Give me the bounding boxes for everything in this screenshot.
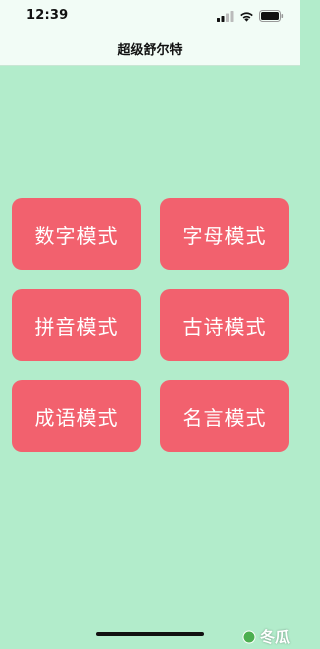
idiom-mode-button[interactable]: 成语模式 [12, 380, 141, 452]
battery-icon [259, 10, 284, 22]
wifi-icon [240, 11, 253, 22]
number-mode-button[interactable]: 数字模式 [12, 198, 141, 270]
mode-grid: 数字模式 字母模式 拼音模式 古诗模式 成语模式 名言模式 [12, 198, 290, 452]
home-indicator [96, 632, 204, 636]
watermark-text: 冬瓜 [259, 628, 290, 646]
navigation-bar: 超级舒尔特 [0, 32, 300, 66]
watermark-logo: 冬瓜 [242, 626, 290, 647]
quote-mode-button[interactable]: 名言模式 [160, 380, 289, 452]
status-bar: 12:39 [0, 0, 300, 32]
status-icons [217, 10, 284, 22]
status-time: 12:39 [26, 8, 69, 23]
cellular-signal-icon [217, 10, 234, 22]
page-title: 超级舒尔特 [117, 43, 183, 58]
poem-mode-button[interactable]: 古诗模式 [160, 289, 289, 361]
pinyin-mode-button[interactable]: 拼音模式 [12, 289, 141, 361]
letter-mode-button[interactable]: 字母模式 [160, 198, 289, 270]
watermark-icon [242, 630, 256, 643]
